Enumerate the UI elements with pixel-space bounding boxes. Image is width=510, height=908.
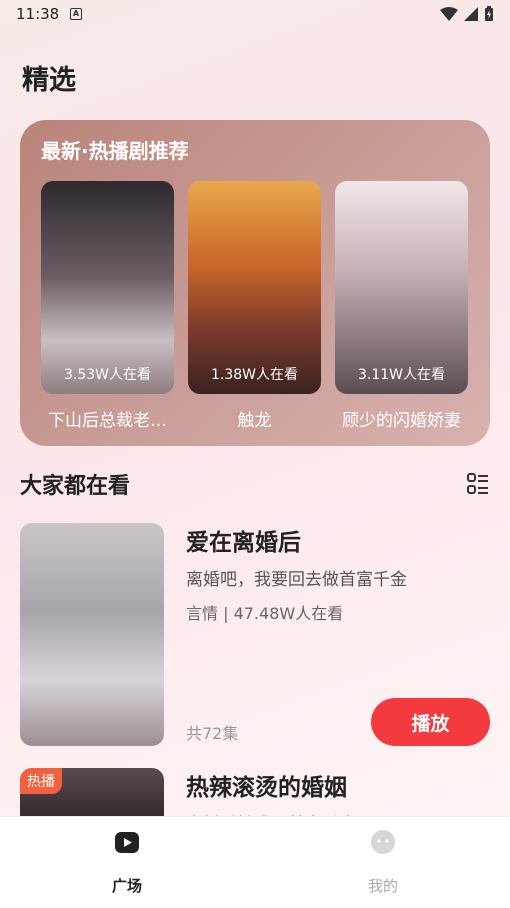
recommend-name: 顾少的闪婚娇妻 (342, 411, 461, 431)
recommend-name: 下山后总裁老… (48, 411, 167, 431)
recommend-title: 最新·热播剧推荐 (41, 139, 189, 163)
play-square-icon (115, 832, 139, 853)
status-right-icons (440, 6, 494, 22)
face-icon (371, 830, 395, 854)
play-button[interactable]: 播放 (371, 698, 490, 746)
recommend-poster[interactable]: 1.38W人在看 (188, 181, 321, 394)
drama-title: 热辣滚烫的婚姻 (186, 775, 347, 801)
recommend-item[interactable]: 3.53W人在看 下山后总裁老… (41, 181, 174, 431)
watching-count: 3.11W人在看 (357, 367, 445, 383)
watching-count: 3.53W人在看 (63, 367, 151, 383)
bottom-tab-bar: 广场 我的 (0, 816, 510, 908)
page-title: 精选 (22, 65, 76, 96)
tab-label: 广场 (111, 877, 142, 895)
drama-meta: 言情 | 47.48W人在看 (186, 604, 344, 623)
list-view-icon[interactable] (466, 472, 490, 496)
recommend-name: 触龙 (237, 411, 272, 431)
drama-title: 爱在离婚后 (186, 530, 301, 556)
tab-label: 我的 (367, 877, 398, 895)
battery-icon (485, 6, 493, 21)
hot-badge: 热播 (20, 768, 62, 794)
drama-episodes: 共72集 (186, 724, 239, 743)
status-bar: 11:38 A (0, 0, 510, 28)
recommend-poster[interactable]: 3.11W人在看 (335, 181, 468, 394)
drama-desc: 离婚吧，我要回去做首富千金 (186, 570, 407, 590)
wifi-icon (440, 7, 458, 21)
status-time: 11:38 (16, 5, 60, 23)
drama-item[interactable]: 爱在离婚后 离婚吧，我要回去做首富千金 言情 | 47.48W人在看 共72集 … (20, 523, 490, 746)
section-title: 大家都在看 (20, 474, 131, 499)
recommend-item[interactable]: 1.38W人在看 触龙 (188, 181, 321, 431)
watching-count: 1.38W人在看 (210, 367, 298, 383)
recommend-item[interactable]: 3.11W人在看 顾少的闪婚娇妻 (335, 181, 468, 431)
tab-square[interactable]: 广场 (77, 829, 177, 896)
recommend-card: 最新·热播剧推荐 3.53W人在看 下山后总裁老… 1.38W人在看 触龙 3.… (20, 120, 490, 446)
notification-a-icon: A (70, 8, 82, 20)
signal-icon (464, 7, 478, 21)
drama-poster[interactable] (20, 523, 164, 746)
recommend-poster[interactable]: 3.53W人在看 (41, 181, 174, 394)
tab-mine[interactable]: 我的 (333, 829, 433, 896)
